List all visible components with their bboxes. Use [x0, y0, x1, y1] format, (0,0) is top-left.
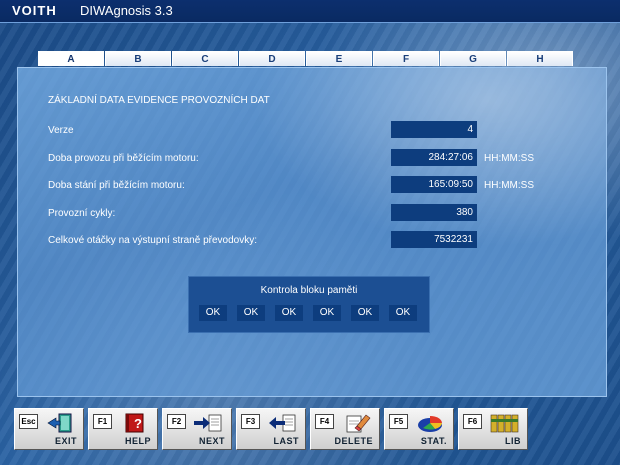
- tab-bar: A B C D E F G H: [38, 51, 574, 67]
- key-f3: F3: [241, 414, 260, 429]
- unit-idle-time: HH:MM:SS: [484, 180, 534, 191]
- memory-check-box: Kontrola bloku paměti OK OK OK OK OK OK: [188, 276, 430, 333]
- svg-text:?: ?: [134, 416, 142, 431]
- title-bar: VOITH DIWAgnosis 3.3: [0, 0, 620, 23]
- tab-g[interactable]: G: [440, 51, 506, 66]
- tab-e[interactable]: E: [306, 51, 372, 66]
- tab-h[interactable]: H: [507, 51, 573, 66]
- function-toolbar: Esc EXIT F1 ? HELP F2 NEXT F3 LAST F4 DE…: [14, 408, 528, 450]
- last-label: LAST: [273, 436, 299, 446]
- value-cycles: 380: [391, 204, 477, 221]
- help-book-icon: ?: [125, 413, 144, 433]
- exit-door-icon: [47, 413, 72, 433]
- memory-block-status: OK: [237, 305, 265, 321]
- delete-eraser-icon: [346, 414, 371, 433]
- next-button[interactable]: F2 NEXT: [162, 408, 232, 450]
- stat-button[interactable]: F5 STAT.: [384, 408, 454, 450]
- tab-f[interactable]: F: [373, 51, 439, 66]
- lib-label: LIB: [505, 436, 521, 446]
- value-idle-time: 165:09:50: [391, 176, 477, 193]
- brand-logo: VOITH: [12, 3, 57, 18]
- pie-chart-icon: [418, 416, 442, 432]
- app-window: VOITH DIWAgnosis 3.3 A B C D E F G H ZÁK…: [0, 0, 620, 465]
- stat-label: STAT.: [420, 436, 447, 446]
- row-label-idle-time: Doba stání při běžícím motoru:: [48, 180, 185, 191]
- key-f5: F5: [389, 414, 408, 429]
- library-books-icon: [490, 414, 519, 433]
- row-label-operating-time: Doba provozu při běžícím motoru:: [48, 153, 199, 164]
- exit-label: EXIT: [54, 436, 77, 446]
- memory-block-status: OK: [389, 305, 417, 321]
- memory-check-results: OK OK OK OK OK OK: [199, 305, 417, 321]
- memory-block-status: OK: [275, 305, 303, 321]
- row-label-output-revolutions: Celkové otáčky na výstupní straně převod…: [48, 235, 257, 246]
- unit-operating-time: HH:MM:SS: [484, 153, 534, 164]
- row-label-version: Verze: [48, 125, 74, 136]
- panel-title: ZÁKLADNÍ DATA EVIDENCE PROVOZNÍCH DAT: [48, 95, 270, 106]
- memory-check-title: Kontrola bloku paměti: [260, 285, 358, 296]
- tab-a[interactable]: A: [38, 51, 104, 66]
- key-f6: F6: [463, 414, 482, 429]
- key-esc: Esc: [19, 414, 38, 429]
- content-panel: ZÁKLADNÍ DATA EVIDENCE PROVOZNÍCH DAT Ve…: [17, 67, 607, 397]
- key-f4: F4: [315, 414, 334, 429]
- next-arrow-icon: [194, 414, 222, 432]
- app-title: DIWAgnosis 3.3: [80, 3, 173, 18]
- lib-button[interactable]: F6 LIB: [458, 408, 528, 450]
- last-arrow-icon: [269, 414, 296, 432]
- delete-label: DELETE: [334, 436, 373, 446]
- value-output-revolutions: 7532231: [391, 231, 477, 248]
- value-operating-time: 284:27:06: [391, 149, 477, 166]
- key-f2: F2: [167, 414, 186, 429]
- key-f1: F1: [93, 414, 112, 429]
- value-version: 4: [391, 121, 477, 138]
- row-label-cycles: Provozní cykly:: [48, 208, 116, 219]
- memory-block-status: OK: [351, 305, 379, 321]
- last-button[interactable]: F3 LAST: [236, 408, 306, 450]
- exit-button[interactable]: Esc EXIT: [14, 408, 84, 450]
- delete-button[interactable]: F4 DELETE: [310, 408, 380, 450]
- memory-block-status: OK: [199, 305, 227, 321]
- help-label: HELP: [124, 436, 151, 446]
- help-button[interactable]: F1 ? HELP: [88, 408, 158, 450]
- tab-c[interactable]: C: [172, 51, 238, 66]
- tab-d[interactable]: D: [239, 51, 305, 66]
- memory-block-status: OK: [313, 305, 341, 321]
- next-label: NEXT: [198, 436, 225, 446]
- tab-b[interactable]: B: [105, 51, 171, 66]
